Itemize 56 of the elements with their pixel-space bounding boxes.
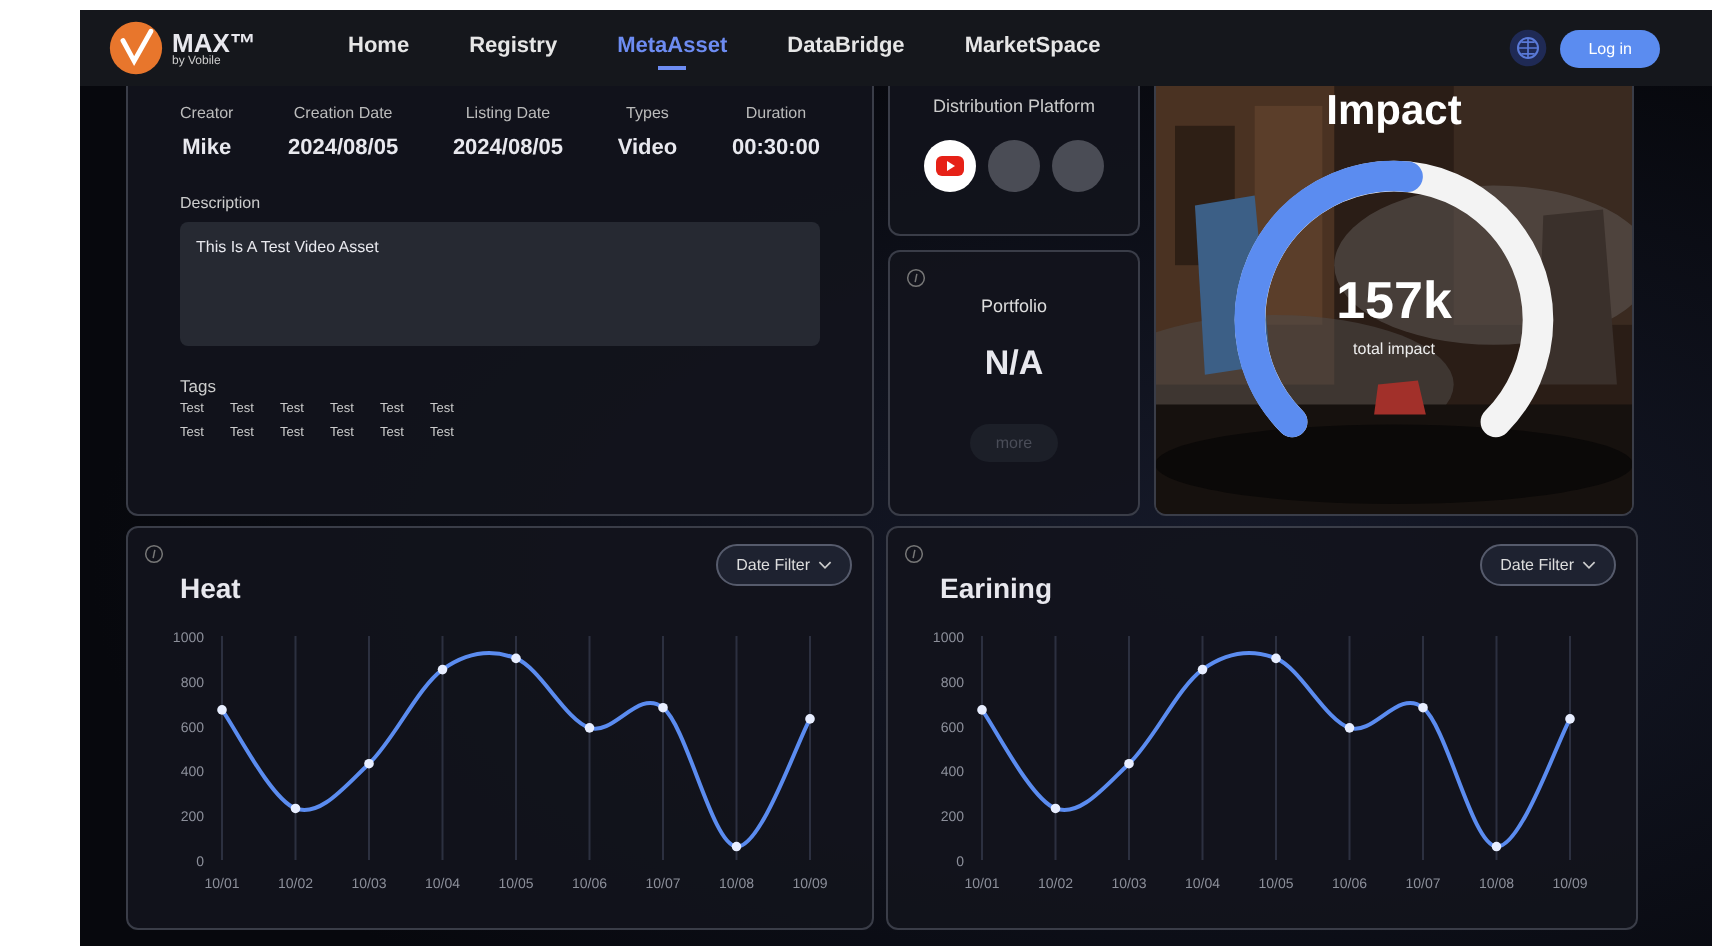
chart-title: Earining <box>940 572 1053 604</box>
tags-label: Tags <box>180 376 218 396</box>
platform-placeholder <box>1052 140 1104 192</box>
logo-title: MAX™ <box>172 29 256 55</box>
data-point <box>584 723 595 733</box>
impact-caption: total impact <box>1353 340 1435 358</box>
field-value: Mike <box>182 136 232 160</box>
impact-title: Impact <box>1326 88 1462 136</box>
nav-tab[interactable]: Registry <box>469 22 558 74</box>
data-point <box>364 758 374 769</box>
data-point <box>805 714 815 724</box>
field-label: Types <box>626 104 669 122</box>
field-label: Listing Date <box>465 104 551 122</box>
data-point <box>217 705 227 715</box>
info-icon[interactable] <box>904 544 924 564</box>
description-label: Description <box>180 194 263 212</box>
data-point <box>1565 714 1575 724</box>
info-icon[interactable] <box>144 544 164 564</box>
field-label: Creator <box>180 104 234 122</box>
data-point <box>1271 653 1281 664</box>
data-point <box>1344 723 1355 733</box>
data-point <box>437 664 448 675</box>
data-point <box>1050 803 1061 814</box>
info-icon[interactable] <box>906 268 926 288</box>
data-point <box>1197 664 1208 675</box>
chevron-icon <box>1582 560 1596 570</box>
impact-value: 157k <box>1336 270 1452 332</box>
field-value: 00:30:00 <box>731 136 820 160</box>
portfolio-value: N/A <box>984 344 1044 384</box>
globe-icon[interactable] <box>1508 28 1549 68</box>
field-label: Creation Date <box>293 104 393 122</box>
date-filter-dropdown[interactable]: Date Filter <box>716 544 852 586</box>
data-point <box>290 803 301 814</box>
nav-tab[interactable]: Home <box>348 22 410 74</box>
field-value: 2024/08/05 <box>452 136 563 160</box>
data-point <box>658 702 668 713</box>
data-point <box>1418 702 1428 713</box>
data-point <box>511 653 521 664</box>
portfolio-title: Portfolio <box>980 296 1048 316</box>
chart-title: Heat <box>180 572 241 604</box>
description-text: This Is A Test Video Asset <box>196 238 379 256</box>
field-value: 2024/08/05 <box>288 136 399 160</box>
chevron-icon <box>818 560 832 570</box>
data-point <box>731 841 742 852</box>
nav-tab[interactable]: MarketSpace <box>964 22 1101 74</box>
data-point <box>977 705 987 715</box>
platform-placeholder <box>988 140 1040 192</box>
field-label: Duration <box>745 104 807 122</box>
data-point <box>1124 758 1134 769</box>
field-value: Video <box>617 136 678 160</box>
nav-tab[interactable]: DataBridge <box>787 22 905 74</box>
data-point <box>1491 841 1502 852</box>
date-filter-dropdown[interactable]: Date Filter <box>1480 544 1616 586</box>
card-title: Distribution Platform <box>932 96 1096 116</box>
logo-icon <box>108 20 164 76</box>
video-platform-icon[interactable] <box>924 140 976 192</box>
